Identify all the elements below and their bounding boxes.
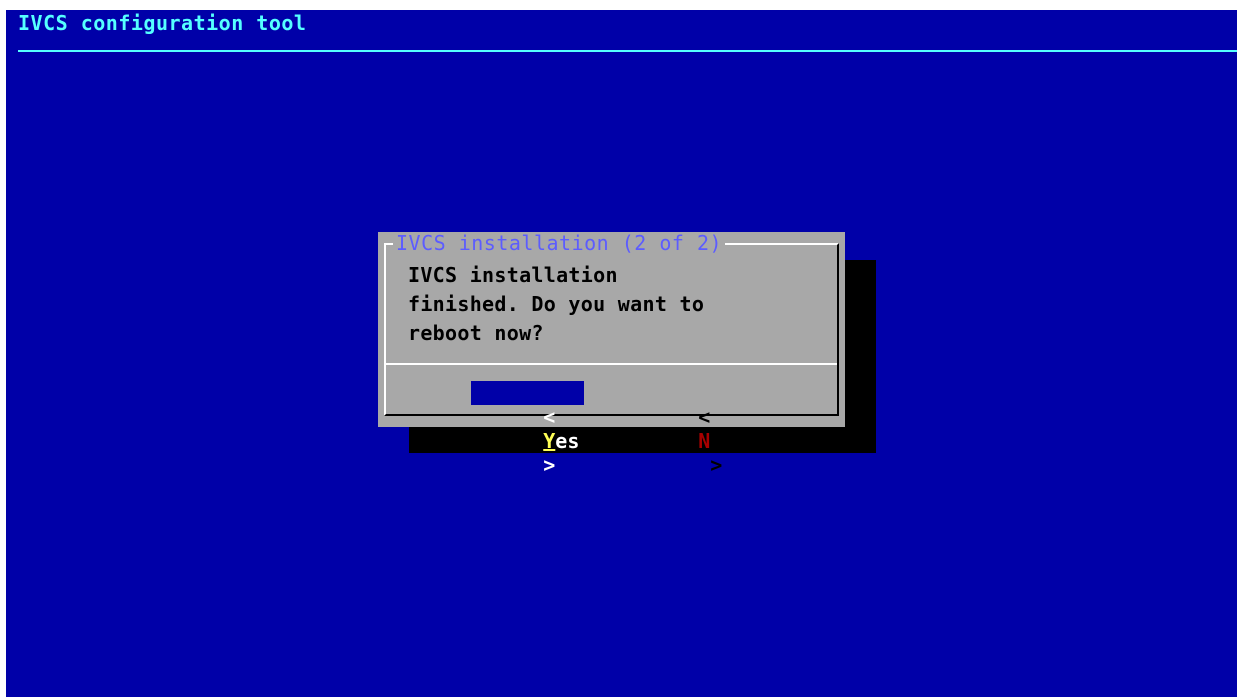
- no-left-bracket: <: [698, 405, 711, 429]
- yes-label-rest: es: [555, 429, 580, 453]
- no-label-rest: o: [710, 429, 723, 453]
- yes-button[interactable]: < Yes >: [471, 381, 584, 477]
- dialog-message: IVCS installation finished. Do you want …: [408, 263, 705, 345]
- yes-hotkey: Y: [543, 429, 556, 453]
- dialog-separator: [386, 363, 837, 365]
- backtitle-rule: [18, 50, 1237, 52]
- yes-left-bracket: <: [543, 405, 556, 429]
- no-hotkey: N: [698, 429, 711, 453]
- no-button[interactable]: < No >: [626, 381, 746, 477]
- no-right-bracket: >: [710, 453, 723, 477]
- yes-right-bracket: >: [543, 453, 556, 477]
- terminal-screen: IVCS configuration tool IVCS installatio…: [6, 10, 1237, 697]
- dialog-box: IVCS installation (2 of 2) IVCS installa…: [378, 232, 845, 477]
- dialog-title: IVCS installation (2 of 2): [393, 232, 726, 254]
- backtitle: IVCS configuration tool: [18, 11, 307, 35]
